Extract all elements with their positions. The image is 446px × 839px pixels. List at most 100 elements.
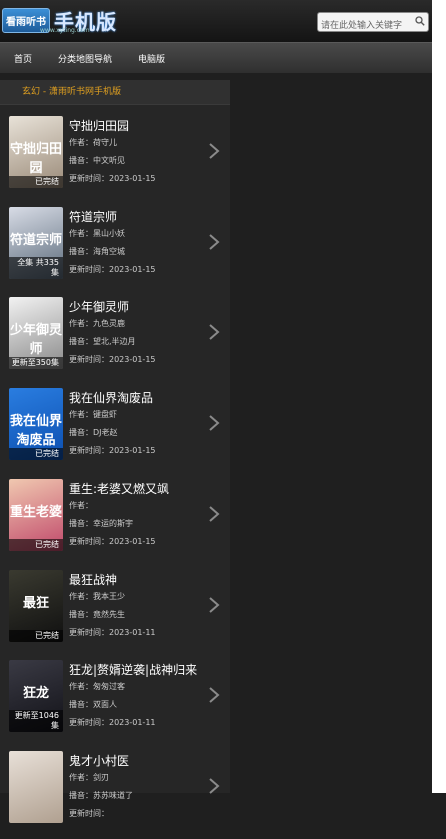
cover-text: 最狂 — [22, 595, 49, 611]
book-title[interactable]: 守拙归田园 — [69, 117, 129, 134]
author-label: 作者： — [69, 682, 93, 692]
book-cover[interactable]: 我在仙界淘废品 已完结 — [9, 388, 63, 461]
book-title[interactable]: 狂龙|赘婿逆袭|战神归来 — [69, 661, 197, 678]
author-value: 键盘虾 — [93, 410, 117, 420]
updated-value: 2023-01-15 — [109, 174, 156, 183]
cover-text: 重生老婆 — [9, 504, 62, 520]
updated-label: 更新时间： — [69, 264, 109, 274]
chevron-right-icon[interactable] — [208, 142, 220, 160]
narrator-value: 中文听见 — [93, 156, 125, 165]
narrator-value: DJ老赵 — [93, 428, 118, 438]
narrator-label: 播音： — [69, 609, 93, 619]
narrator-value: 双面人 — [93, 700, 117, 710]
author-label: 作者： — [69, 228, 93, 238]
book-title[interactable]: 重生:老婆又燃又飒 — [69, 480, 169, 497]
search-input[interactable] — [318, 17, 413, 35]
updated-label: 更新时间： — [69, 446, 109, 456]
book-title[interactable]: 我在仙界淘废品 — [69, 389, 153, 406]
updated-label: 更新时间： — [69, 808, 109, 818]
author-value: 黑山小妖 — [93, 228, 125, 238]
updated-value: 2023-01-11 — [109, 718, 156, 728]
book-updated: 更新时间：2023-01-11 — [69, 627, 156, 638]
book-updated: 更新时间：2023-01-15 — [69, 445, 156, 456]
updated-label: 更新时间： — [69, 718, 109, 728]
updated-label: 更新时间： — [69, 627, 109, 637]
nav-category-map[interactable]: 分类地图导航 — [58, 52, 112, 65]
book-narrator: 播音：苏苏味道了 — [69, 790, 133, 801]
chevron-right-icon[interactable] — [208, 686, 220, 704]
book-title[interactable]: 鬼才小村医 — [69, 752, 129, 769]
narrator-label: 播音： — [69, 790, 93, 800]
updated-label: 更新时间： — [69, 536, 109, 546]
nav-desktop-version[interactable]: 电脑版 — [138, 52, 165, 65]
book-title[interactable]: 最狂战神 — [69, 571, 117, 588]
cover-text: 狂龙 — [22, 686, 49, 702]
book-list-item[interactable]: 守拙归田园 已完结 守拙归田园 作者：荷守儿 播音：中文听见 更新时间：2023… — [0, 114, 230, 204]
status-badge: 更新至350集 — [9, 357, 63, 370]
status-badge: 已完结 — [9, 538, 63, 551]
book-author: 作者：键盘虾 — [69, 409, 117, 420]
header-bar: 看雨听书 手机版 www.xyting.com — [0, 0, 432, 42]
author-label: 作者： — [69, 500, 93, 510]
book-updated: 更新时间：2023-01-11 — [69, 717, 156, 728]
book-author: 作者：我本王少 — [69, 591, 125, 602]
author-label: 作者： — [69, 410, 93, 420]
book-narrator: 播音：幸运的斯宇 — [69, 518, 133, 529]
narrator-label: 播音： — [69, 246, 93, 256]
chevron-right-icon[interactable] — [208, 596, 220, 614]
book-list-item[interactable]: 最狂 已完结 最狂战神 作者：我本王少 播音：竟然先生 更新时间：2023-01… — [0, 568, 230, 658]
book-list-item[interactable]: 重生老婆 已完结 重生:老婆又燃又飒 作者： 播音：幸运的斯宇 更新时间：202… — [0, 477, 230, 567]
chevron-right-icon[interactable] — [208, 233, 220, 251]
narrator-label: 播音： — [69, 156, 93, 165]
author-label: 作者： — [69, 319, 93, 329]
author-value: 剑刃 — [93, 772, 109, 782]
book-cover[interactable] — [9, 750, 63, 823]
book-cover[interactable]: 符道宗师 全集 共335集 — [9, 206, 63, 279]
narrator-label: 播音： — [69, 337, 93, 347]
status-badge: 已完结 — [9, 176, 63, 188]
book-list-item[interactable]: 符道宗师 全集 共335集 符道宗师 作者：黑山小妖 播音：海角空城 更新时间：… — [0, 205, 230, 295]
book-author: 作者：匆匆过客 — [69, 681, 125, 692]
updated-value: 2023-01-15 — [109, 446, 156, 456]
book-cover[interactable]: 最狂 已完结 — [9, 569, 63, 642]
book-title[interactable]: 符道宗师 — [69, 208, 117, 225]
book-updated: 更新时间：2023-01-15 — [69, 264, 156, 275]
book-updated: 更新时间：2023-01-15 — [69, 173, 156, 184]
book-list-item[interactable]: 鬼才小村医 作者：剑刃 播音：苏苏味道了 更新时间： — [0, 749, 230, 839]
book-cover[interactable]: 重生老婆 已完结 — [9, 478, 63, 551]
nav-home[interactable]: 首页 — [14, 52, 32, 65]
author-value: 我本王少 — [93, 591, 125, 601]
book-author: 作者：黑山小妖 — [69, 228, 125, 239]
status-badge: 已完结 — [9, 629, 63, 642]
author-label: 作者： — [69, 138, 93, 147]
narrator-value: 竟然先生 — [93, 609, 125, 619]
narrator-label: 播音： — [69, 700, 93, 710]
book-cover[interactable]: 少年御灵师 更新至350集 — [9, 297, 63, 370]
book-cover[interactable]: 狂龙 更新至1046集 — [9, 660, 63, 733]
cover-text: 符道宗师 — [9, 232, 62, 248]
book-title[interactable]: 少年御灵师 — [69, 298, 129, 315]
book-author: 作者： — [69, 500, 93, 511]
author-label: 作者： — [69, 772, 93, 782]
narrator-value: 望北,半边月 — [93, 337, 136, 347]
book-author: 作者：九色灵鹿 — [69, 318, 125, 329]
book-list-item[interactable]: 少年御灵师 更新至350集 少年御灵师 作者：九色灵鹿 播音：望北,半边月 更新… — [0, 295, 230, 385]
status-badge: 全集 共335集 — [9, 256, 63, 279]
book-cover[interactable]: 守拙归田园 已完结 — [9, 116, 63, 188]
chevron-right-icon[interactable] — [208, 323, 220, 341]
narrator-label: 播音： — [69, 518, 93, 528]
cover-text: 少年御灵师 — [9, 323, 62, 358]
updated-value: 2023-01-15 — [109, 536, 156, 546]
chevron-right-icon[interactable] — [208, 777, 220, 795]
main-nav: 首页 分类地图导航 电脑版 — [0, 42, 432, 73]
book-narrator: 播音：竟然先生 — [69, 609, 125, 620]
book-updated: 更新时间：2023-01-15 — [69, 536, 156, 547]
book-list-item[interactable]: 狂龙 更新至1046集 狂龙|赘婿逆袭|战神归来 作者：匆匆过客 播音：双面人 … — [0, 658, 230, 748]
chevron-right-icon[interactable] — [208, 414, 220, 432]
chevron-right-icon[interactable] — [208, 505, 220, 523]
panel-title: 玄幻 - 潇雨听书网手机版 — [0, 80, 230, 105]
narrator-label: 播音： — [69, 428, 93, 438]
book-list-item[interactable]: 我在仙界淘废品 已完结 我在仙界淘废品 作者：键盘虾 播音：DJ老赵 更新时间：… — [0, 386, 230, 476]
logo-url: www.xyting.com — [40, 27, 90, 34]
search-icon[interactable] — [415, 16, 425, 26]
